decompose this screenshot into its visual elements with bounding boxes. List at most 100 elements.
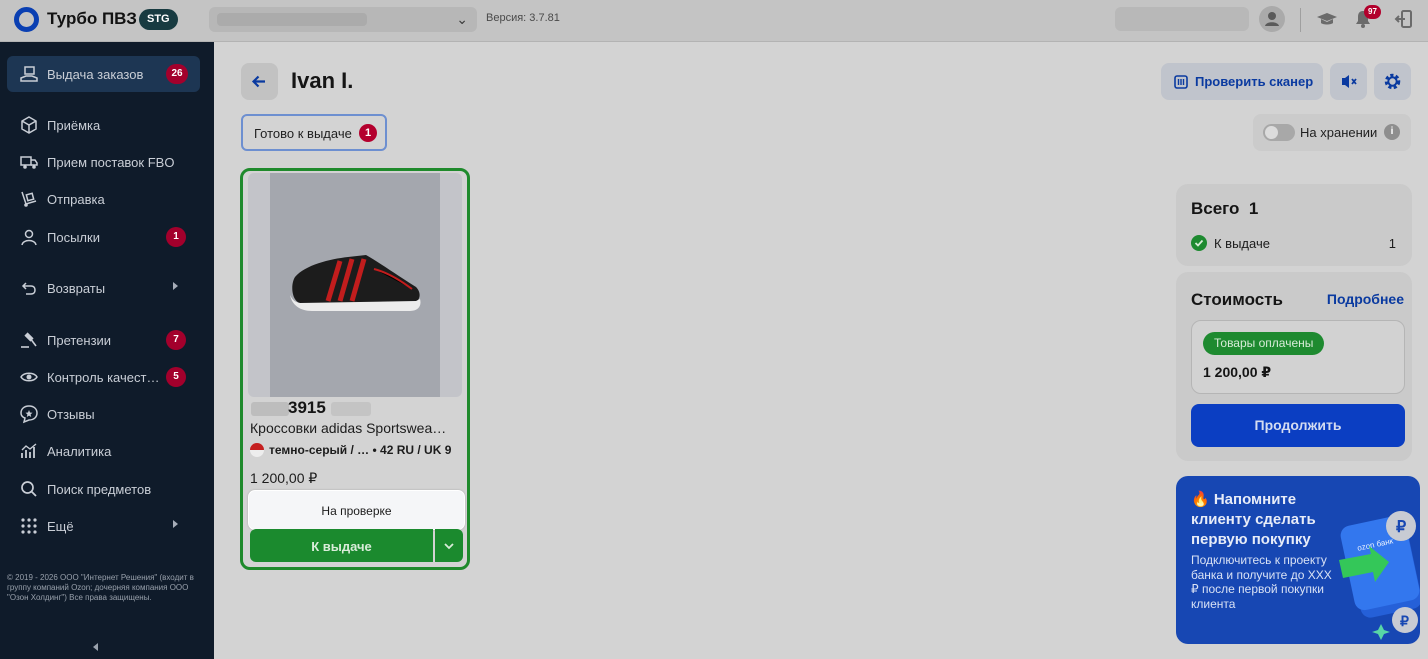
grid-icon — [21, 518, 37, 534]
product-card[interactable]: 3915 Кроссовки adidas Sportswea… темно-с… — [240, 168, 470, 570]
barcode-icon — [1174, 75, 1188, 89]
sidebar-item-fbo[interactable]: Прием поставок FBO — [7, 144, 200, 180]
eye-icon — [20, 372, 38, 382]
checking-button[interactable]: На проверке — [248, 490, 465, 530]
hand-box-icon — [20, 66, 38, 82]
mute-button[interactable] — [1330, 63, 1367, 100]
info-icon[interactable]: i — [1384, 124, 1400, 140]
box-icon — [21, 116, 37, 134]
sidebar-badge: 5 — [166, 367, 186, 387]
sidebar-badge: 26 — [166, 64, 188, 84]
sidebar-badge: 1 — [166, 227, 186, 247]
sidebar-item-more[interactable]: Ещё — [7, 508, 200, 544]
svg-text:₽: ₽ — [1396, 519, 1406, 536]
collapse-sidebar-icon[interactable] — [93, 643, 98, 651]
details-link[interactable]: Подробнее — [1327, 291, 1404, 307]
person-icon — [21, 229, 37, 246]
summary-panel: Всего 1 К выдаче 1 — [1176, 184, 1412, 266]
back-button[interactable] — [241, 63, 278, 100]
pvz-select-value-redacted — [217, 13, 367, 26]
env-badge: STG — [139, 9, 178, 30]
pvz-select[interactable]: ⌄ — [209, 7, 477, 32]
chevron-down-icon — [444, 543, 454, 550]
speaker-mute-icon — [1342, 75, 1357, 88]
check-scanner-label: Проверить сканер — [1195, 74, 1314, 89]
status-filter-ready[interactable]: Готово к выдаче 1 — [241, 114, 387, 151]
copyright: © 2019 - 2026 ООО "Интернет Решения" (вх… — [7, 573, 194, 602]
review-icon — [20, 405, 38, 424]
user-icon — [1265, 12, 1279, 26]
sidebar-item-parcels[interactable]: Посылки 1 — [7, 219, 200, 255]
sneaker-image — [290, 255, 421, 311]
article-redacted-suffix — [331, 402, 371, 416]
sidebar-item-reviews[interactable]: Отзывы — [7, 396, 200, 432]
analytics-icon — [21, 443, 37, 458]
graduation-cap-icon[interactable] — [1316, 8, 1338, 30]
sidebar-badge: 7 — [166, 330, 186, 350]
divider — [1300, 8, 1301, 32]
top-bar: Турбо ПВЗ STG ⌄ Версия: 3.7.81 97 — [0, 0, 1428, 42]
sidebar-item-label: Претензии — [47, 333, 112, 348]
checking-label: На проверке — [321, 504, 392, 518]
sidebar-item-label: Отправка — [47, 192, 105, 207]
bank-promo-banner[interactable]: 🔥 Напомните клиенту сделать первую покуп… — [1176, 476, 1420, 644]
status-filter-count: 1 — [359, 124, 377, 142]
issue-dropdown-button[interactable] — [435, 529, 463, 562]
bank-card-illustration: ozon банк ₽ ₽ — [1339, 511, 1420, 640]
logo-icon — [14, 7, 39, 32]
issue-label: К выдаче — [311, 539, 372, 554]
dolly-icon — [21, 191, 37, 207]
continue-button[interactable]: Продолжить — [1191, 404, 1405, 447]
sidebar-item-orders-issue[interactable]: Выдача заказов 26 — [7, 56, 200, 92]
product-photo — [248, 173, 462, 397]
sidebar-item-claims[interactable]: Претензии 7 — [7, 322, 200, 358]
article-code: 3915 — [288, 398, 326, 417]
product-variant: темно-серый / … • 42 RU / UK 9 — [269, 443, 452, 457]
total-label: Всего — [1191, 199, 1240, 218]
check-circle-icon — [1191, 235, 1207, 251]
sidebar-item-label: Поиск предметов — [47, 482, 152, 497]
issue-button[interactable]: К выдаче — [250, 529, 433, 562]
sidebar-item-label: Посылки — [47, 230, 100, 245]
avatar[interactable] — [1259, 6, 1285, 32]
sidebar-item-label: Контроль качест… — [47, 370, 160, 385]
sidebar-item-label: Аналитика — [47, 444, 112, 459]
sidebar-item-analytics[interactable]: Аналитика — [7, 433, 200, 469]
return-icon — [21, 282, 36, 295]
paid-sum: 1 200,00 ₽ — [1203, 364, 1272, 380]
sidebar-item-label: Отзывы — [47, 407, 95, 422]
svg-text:₽: ₽ — [1400, 613, 1409, 629]
logout-icon[interactable] — [1393, 8, 1415, 30]
sidebar-item-acceptance[interactable]: Приёмка — [7, 107, 200, 143]
article-redacted-prefix — [251, 402, 289, 416]
sidebar-item-shipping[interactable]: Отправка — [7, 181, 200, 217]
payment-box: Товары оплачены 1 200,00 ₽ — [1191, 320, 1405, 394]
chevron-right-icon — [173, 520, 178, 528]
arrow-left-icon — [251, 75, 265, 88]
sidebar-item-quality[interactable]: Контроль качест… 5 — [7, 359, 200, 395]
storage-toggle[interactable] — [1263, 124, 1295, 141]
color-swatch-icon — [250, 443, 264, 457]
settings-button[interactable] — [1374, 63, 1411, 100]
ready-count: 1 — [1388, 236, 1396, 251]
total-title: Всего 1 — [1191, 199, 1258, 219]
sidebar-item-returns[interactable]: Возвраты — [7, 270, 200, 306]
cost-panel: Стоимость Подробнее Товары оплачены 1 20… — [1176, 272, 1412, 461]
cost-title: Стоимость — [1191, 290, 1283, 309]
promo-title: 🔥 Напомните клиенту сделать первую покуп… — [1191, 491, 1316, 548]
sidebar-item-label: Ещё — [47, 519, 74, 534]
chevron-right-icon — [173, 282, 178, 290]
ready-label: К выдаче — [1214, 236, 1270, 251]
sidebar-item-label: Выдача заказов — [47, 67, 144, 82]
status-filter-label: Готово к выдаче — [254, 126, 352, 141]
gavel-icon — [21, 332, 37, 348]
search-icon — [21, 481, 37, 497]
storage-label: На хранении — [1300, 125, 1378, 140]
sidebar-item-search[interactable]: Поиск предметов — [7, 471, 200, 507]
check-scanner-button[interactable]: Проверить сканер — [1161, 63, 1323, 100]
page-title: Ivan I. — [291, 68, 354, 93]
sidebar: Выдача заказов 26 Приёмка Прием поставок… — [0, 42, 214, 659]
product-name: Кроссовки adidas Sportswea… — [250, 420, 447, 436]
continue-label: Продолжить — [1254, 417, 1342, 433]
gear-icon — [1384, 73, 1401, 90]
